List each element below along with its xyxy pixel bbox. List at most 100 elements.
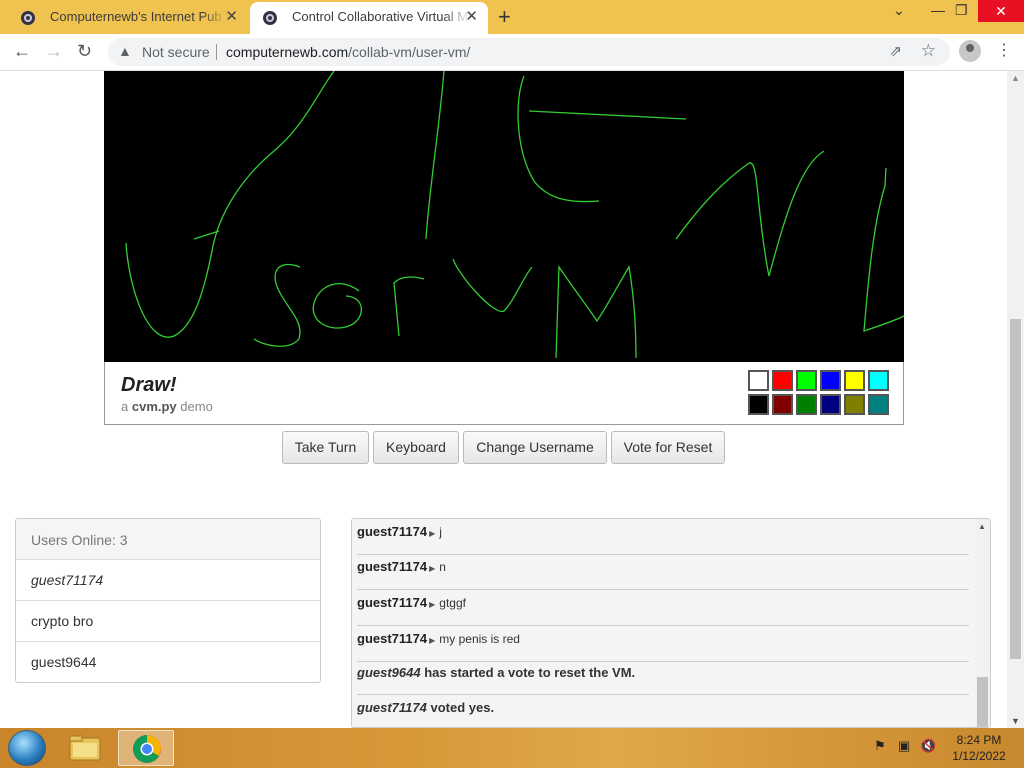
url-path: /collab-vm/user-vm/ xyxy=(348,44,471,60)
users-online-header: Users Online: 3 xyxy=(16,519,320,560)
take-turn-button[interactable]: Take Turn xyxy=(282,431,369,464)
color-swatch[interactable] xyxy=(868,370,889,391)
chat-arrow-icon: ▶ xyxy=(429,600,436,609)
restore-icon[interactable]: ❐ xyxy=(955,2,968,19)
minimize-icon[interactable]: — xyxy=(931,2,945,18)
chat-system-text: voted yes. xyxy=(430,700,495,715)
new-tab-plus-icon[interactable]: + xyxy=(498,4,511,30)
color-swatch[interactable] xyxy=(772,370,793,391)
change-username-button[interactable]: Change Username xyxy=(463,431,607,464)
url-text[interactable]: computernewb.com/collab-vm/user-vm/ xyxy=(226,44,470,60)
color-swatch[interactable] xyxy=(796,370,817,391)
profile-avatar-icon[interactable] xyxy=(959,40,981,62)
chat-username: guest71174 xyxy=(357,631,428,646)
forward-arrow-icon[interactable]: → xyxy=(45,41,63,62)
tab-search-chevron-icon[interactable]: ⌄ xyxy=(893,2,905,19)
chat-message: guest71174 ▶ j xyxy=(357,519,969,555)
page-scrollbar[interactable]: ▲ ▼ xyxy=(1007,71,1024,728)
chat-username: guest71174 xyxy=(357,559,428,574)
color-swatch[interactable] xyxy=(868,394,889,415)
chat-message: guest71174 ▶ gtggf xyxy=(357,590,969,626)
share-icon[interactable]: ⇗ xyxy=(889,42,902,60)
color-swatch[interactable] xyxy=(820,394,841,415)
chat-message: guest71174 ▶ n xyxy=(357,554,969,590)
system-clock[interactable]: 8:24 PM 1/12/2022 xyxy=(948,732,1010,764)
chat-arrow-icon: ▶ xyxy=(429,636,436,645)
chat-username: guest9644 xyxy=(357,665,421,680)
close-tab-icon[interactable]: ✕ xyxy=(465,2,478,32)
color-swatch[interactable] xyxy=(844,370,865,391)
subtitle-suffix: demo xyxy=(180,399,213,414)
tab-collab-vm[interactable]: Control Collaborative Virtual Ma ✕ xyxy=(250,2,488,34)
user-item-self[interactable]: guest71174 xyxy=(16,560,320,601)
tab-title: Control Collaborative Virtual Ma xyxy=(292,9,470,24)
chat-username: guest71174 xyxy=(357,700,427,715)
color-swatch[interactable] xyxy=(844,394,865,415)
bookmark-star-icon[interactable]: ☆ xyxy=(921,41,936,61)
action-center-flag-icon[interactable]: ⚑ xyxy=(874,738,886,754)
chat-text: n xyxy=(439,560,446,574)
chat-arrow-icon: ▶ xyxy=(429,529,436,538)
subtitle-prefix: a xyxy=(121,399,129,414)
browser-tab-strip: Computernewb's Internet Pub Hu ✕ Control… xyxy=(0,0,1024,34)
tab-internet-pub[interactable]: Computernewb's Internet Pub Hu ✕ xyxy=(8,2,248,34)
color-swatch[interactable] xyxy=(772,394,793,415)
chat-system-message: guest9644 has started a vote to reset th… xyxy=(357,660,969,695)
folder-icon xyxy=(69,735,101,761)
windows-taskbar: ⚑ ▣ 🔇 8:24 PM 1/12/2022 xyxy=(0,728,1024,768)
draw-subtitle: a cvm.py demo xyxy=(121,399,213,414)
chat-text: gtggf xyxy=(439,596,466,610)
scroll-up-arrow-icon[interactable]: ▲ xyxy=(1011,73,1020,83)
network-icon[interactable]: ▣ xyxy=(898,738,910,754)
close-tab-icon[interactable]: ✕ xyxy=(225,2,238,32)
file-explorer-icon[interactable] xyxy=(58,730,114,766)
chat-text: my penis is red xyxy=(439,632,520,646)
menu-kebab-icon[interactable]: ⋮ xyxy=(996,40,1012,60)
vote-reset-button[interactable]: Vote for Reset xyxy=(611,431,725,464)
back-arrow-icon[interactable]: ← xyxy=(13,41,31,62)
computernewb-favicon-icon xyxy=(21,11,35,25)
chat-scrollbar[interactable]: ▲ xyxy=(975,519,990,727)
users-online-panel: Users Online: 3 guest71174 crypto bro gu… xyxy=(15,518,321,683)
color-swatch[interactable] xyxy=(748,370,769,391)
start-orb-icon[interactable] xyxy=(8,730,46,766)
address-bar[interactable]: ▲ Not secure computernewb.com/collab-vm/… xyxy=(108,38,950,66)
url-host: computernewb.com xyxy=(226,44,349,60)
scroll-up-arrow-icon[interactable]: ▲ xyxy=(978,522,986,531)
color-swatch[interactable] xyxy=(796,394,817,415)
browser-toolbar: ← → ↻ ▲ Not secure computernewb.com/coll… xyxy=(0,34,1024,71)
chat-arrow-icon: ▶ xyxy=(429,564,436,573)
scroll-down-arrow-icon[interactable]: ▼ xyxy=(1011,716,1020,726)
page-viewport: Draw! a cvm.py demo Take Turn Keyboard C… xyxy=(0,71,1024,728)
chat-text: j xyxy=(439,525,442,539)
chrome-icon xyxy=(133,735,161,763)
color-swatch[interactable] xyxy=(748,394,769,415)
color-swatch[interactable] xyxy=(820,370,841,391)
computernewb-favicon-icon xyxy=(263,11,277,25)
security-label[interactable]: Not secure xyxy=(142,44,210,60)
divider xyxy=(216,44,217,60)
page-scroll-thumb[interactable] xyxy=(1010,319,1021,659)
volume-muted-icon[interactable]: 🔇 xyxy=(920,738,936,754)
draw-title: Draw! xyxy=(121,374,177,396)
user-item[interactable]: guest9644 xyxy=(16,642,320,683)
chat-panel[interactable]: guest71174 ▶ j guest71174 ▶ n guest71174 ▶ gtg… xyxy=(351,518,991,728)
draw-panel: Draw! a cvm.py demo xyxy=(104,362,904,425)
chat-username: guest71174 xyxy=(357,524,428,539)
chrome-taskbar-button[interactable] xyxy=(118,730,174,766)
vm-screen[interactable] xyxy=(104,71,905,362)
tab-title: Computernewb's Internet Pub Hu xyxy=(50,9,228,24)
chat-message: guest71174 ▶ my penis is red xyxy=(357,626,969,662)
user-item[interactable]: crypto bro xyxy=(16,601,320,642)
clock-date: 1/12/2022 xyxy=(952,749,1006,763)
warning-triangle-icon[interactable]: ▲ xyxy=(118,43,132,59)
close-window-icon[interactable]: ✕ xyxy=(978,0,1024,22)
chat-system-text: has started a vote to reset the VM. xyxy=(424,665,636,680)
chat-username: guest71174 xyxy=(357,595,428,610)
chat-scroll-thumb[interactable] xyxy=(977,677,988,727)
reload-icon[interactable]: ↻ xyxy=(77,41,92,62)
subtitle-name: cvm.py xyxy=(131,399,177,414)
vm-drawing-canvas[interactable] xyxy=(104,71,905,362)
chat-system-message: guest71174 voted yes. xyxy=(357,695,969,727)
keyboard-button[interactable]: Keyboard xyxy=(373,431,459,464)
